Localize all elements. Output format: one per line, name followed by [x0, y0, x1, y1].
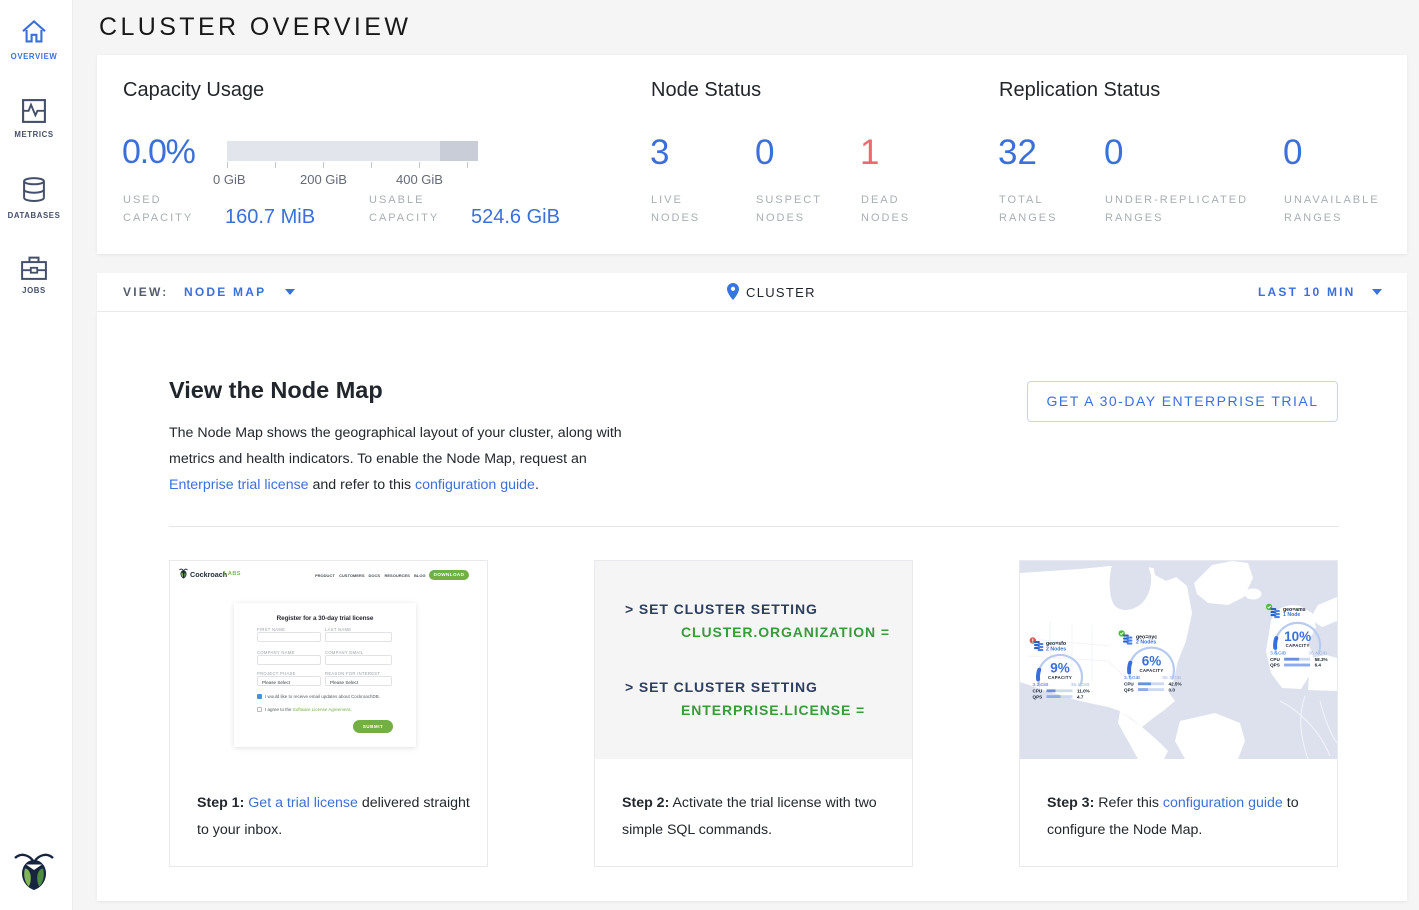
svg-text:11.0%: 11.0%: [1077, 689, 1090, 694]
svg-text:2 Nodes: 2 Nodes: [1046, 646, 1066, 652]
svg-text:6%: 6%: [1142, 654, 1162, 669]
svg-text:58.3%: 58.3%: [1315, 657, 1328, 662]
svg-text:2 Nodes: 2 Nodes: [1136, 640, 1156, 646]
svg-text:3.7 GiB: 3.7 GiB: [1124, 675, 1140, 681]
svg-text:0.0: 0.0: [1169, 687, 1176, 692]
svg-text:35.1 GiB: 35.1 GiB: [1071, 682, 1090, 688]
svg-text:CAPACITY: CAPACITY: [1139, 668, 1163, 673]
svg-text:42.5%: 42.5%: [1169, 682, 1182, 687]
svg-text:65.7 GiB: 65.7 GiB: [1162, 675, 1181, 681]
svg-text:CAPACITY: CAPACITY: [1048, 675, 1072, 680]
svg-text:10%: 10%: [1284, 629, 1311, 644]
svg-text:CPU: CPU: [1270, 657, 1280, 662]
svg-text:6.4: 6.4: [1315, 663, 1322, 668]
svg-text:CPU: CPU: [1033, 689, 1043, 694]
svg-text:3.6 GiB: 3.6 GiB: [1270, 650, 1286, 656]
svg-text:QPS: QPS: [1033, 694, 1043, 699]
svg-text:3.2 GiB: 3.2 GiB: [1033, 682, 1049, 688]
svg-text:4.7: 4.7: [1077, 694, 1084, 699]
svg-text:CPU: CPU: [1124, 682, 1134, 687]
svg-text:QPS: QPS: [1270, 663, 1280, 668]
svg-text:QPS: QPS: [1124, 687, 1134, 692]
svg-text:1 Node: 1 Node: [1283, 612, 1300, 618]
svg-text:CAPACITY: CAPACITY: [1286, 643, 1310, 648]
svg-text:9%: 9%: [1050, 661, 1070, 676]
svg-text:36.4 GiB: 36.4 GiB: [1308, 650, 1327, 656]
